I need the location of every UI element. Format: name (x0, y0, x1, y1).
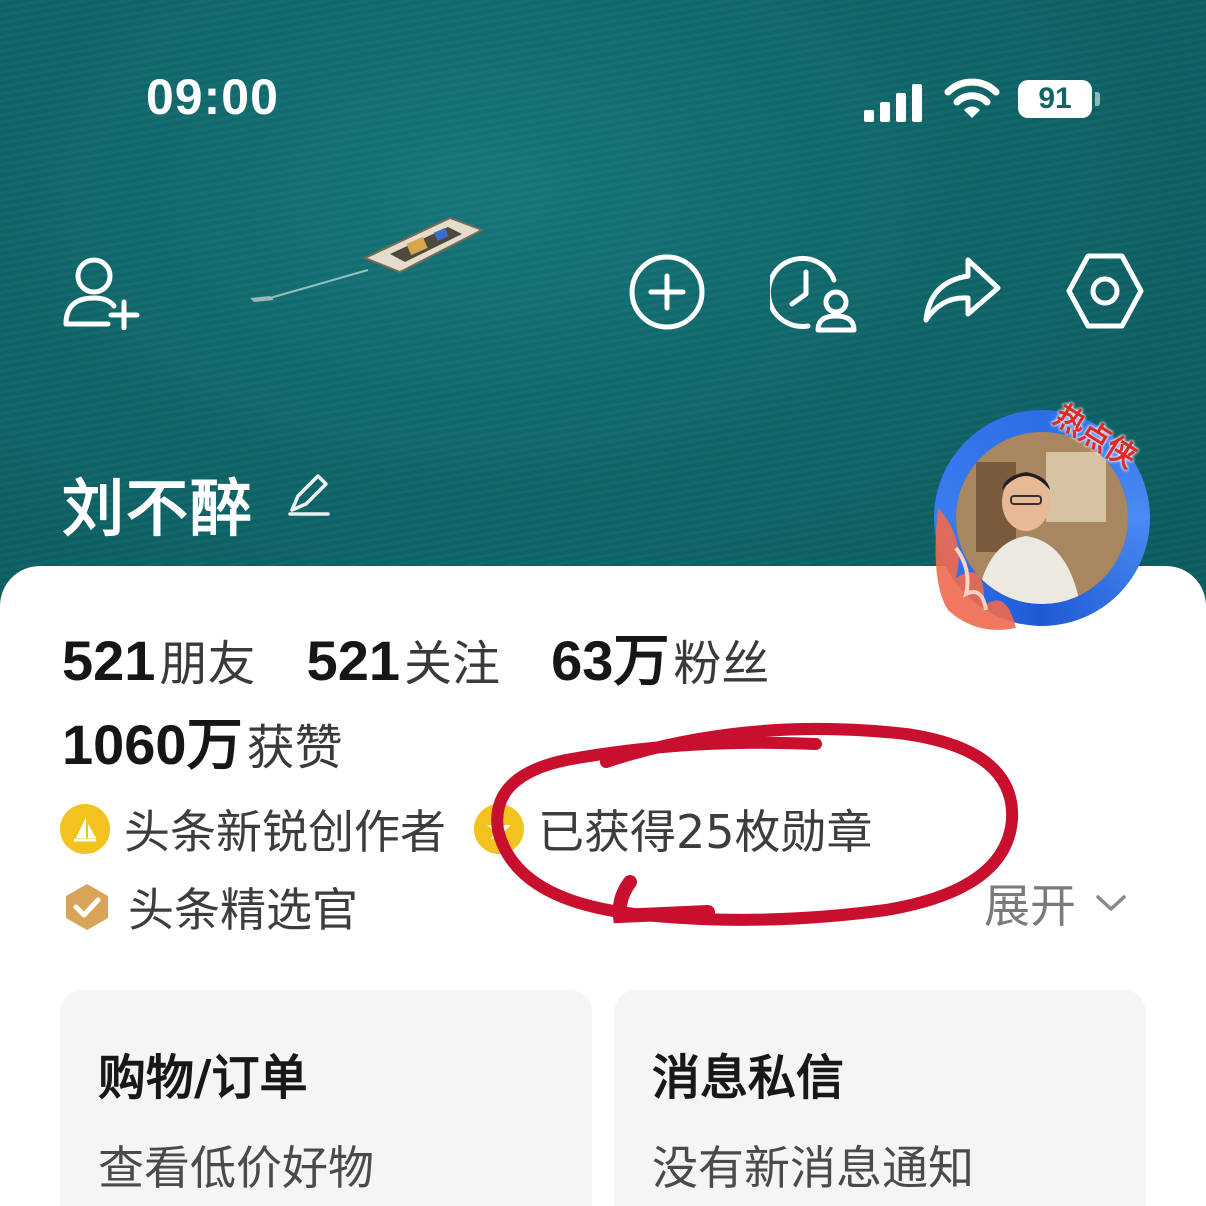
wifi-icon (944, 78, 1000, 118)
messages-tile[interactable]: 消息私信 没有新消息通知 (614, 990, 1146, 1206)
status-time: 09:00 (146, 69, 279, 125)
battery-indicator: 91 (1018, 80, 1092, 118)
shopping-orders-tile[interactable]: 购物/订单 查看低价好物 (60, 990, 592, 1206)
tile-subtitle: 查看低价好物 (98, 1141, 374, 1195)
badges-row: 头条新锐创作者 已获得25枚勋章 (60, 796, 873, 862)
curator-row: 头条精选官 (60, 874, 358, 940)
plus-circle-icon[interactable] (627, 252, 707, 332)
edit-name-icon[interactable] (284, 470, 332, 518)
stat-value: 63万 (551, 629, 670, 692)
curator-badge-icon (60, 880, 114, 934)
stat-value: 521 (306, 629, 400, 692)
stat-value: 521 (62, 629, 156, 692)
creator-badge-label[interactable]: 头条新锐创作者 (124, 796, 446, 862)
stat-label: 粉丝 (673, 636, 770, 692)
expand-button[interactable]: 展开 (984, 870, 1128, 936)
boat-illustration (250, 216, 485, 302)
stat-following[interactable]: 521关注 (307, 624, 500, 694)
stat-friends[interactable]: 521朋友 (62, 624, 255, 694)
tile-title: 购物/订单 (98, 1050, 308, 1106)
creator-badge-icon (60, 804, 110, 854)
battery-nub (1095, 92, 1100, 106)
flame-decoration (935, 508, 1016, 630)
stats-row: 521朋友 521关注 63万粉丝 (62, 616, 815, 692)
tile-subtitle: 没有新消息通知 (652, 1141, 974, 1195)
medals-label[interactable]: 已获得25枚勋章 (538, 796, 873, 862)
stat-fans[interactable]: 63万粉丝 (551, 616, 769, 697)
tile-title: 消息私信 (652, 1050, 845, 1106)
expand-label: 展开 (984, 879, 1076, 933)
chevron-down-icon (1096, 895, 1126, 911)
add-friend-icon[interactable] (62, 254, 142, 330)
share-icon[interactable] (920, 254, 1004, 326)
signal-icon (864, 84, 922, 122)
stat-label: 朋友 (159, 636, 256, 692)
settings-icon[interactable] (1064, 250, 1146, 332)
status-icons: 91 (862, 76, 1102, 122)
stat-value: 1060万 (62, 713, 243, 776)
curator-label[interactable]: 头条精选官 (128, 874, 358, 940)
avatar[interactable]: 热点侠 (926, 398, 1166, 642)
stat-label: 获赞 (246, 720, 343, 776)
history-icon[interactable] (770, 250, 860, 334)
stat-likes: 1060万获赞 (62, 700, 343, 781)
profile-name: 刘不醉 (62, 472, 255, 545)
medal-icon (474, 804, 524, 854)
stat-label: 关注 (403, 636, 500, 692)
